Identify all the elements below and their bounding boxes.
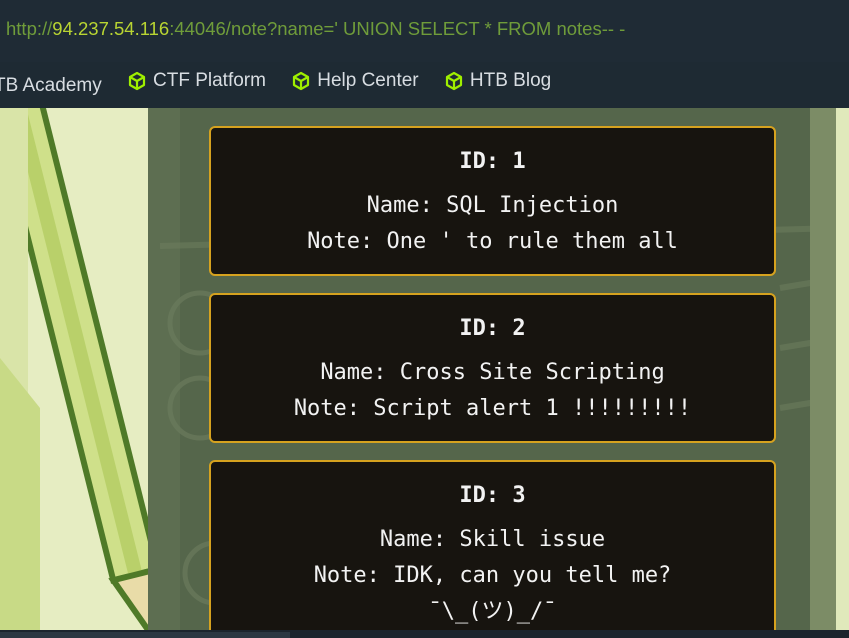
note-name: Name: Skill issue bbox=[379, 527, 606, 552]
horizontal-scrollbar[interactable] bbox=[0, 630, 849, 638]
bookmark-help-center[interactable]: Help Center bbox=[291, 70, 419, 92]
note-id: ID: 3 bbox=[459, 483, 526, 508]
url-path: :44046/note?name=' UNION SELECT * FROM n… bbox=[169, 18, 626, 39]
note-name: Name: Cross Site Scripting bbox=[320, 360, 665, 385]
url-scheme: http:// bbox=[6, 18, 53, 39]
page-content: ID: 1 Name: SQL Injection Note: One ' to… bbox=[0, 108, 849, 630]
note-card: ID: 3 Name: Skill issue Note: IDK, can y… bbox=[209, 460, 776, 630]
note-text: Note: IDK, can you tell me? bbox=[313, 563, 672, 588]
bookmark-htb-academy[interactable]: TB Academy bbox=[0, 75, 102, 97]
scrollbar-thumb[interactable] bbox=[0, 632, 290, 638]
note-id: ID: 2 bbox=[459, 316, 526, 341]
bookmark-ctf-platform[interactable]: CTF Platform bbox=[127, 70, 266, 92]
note-card: ID: 1 Name: SQL Injection Note: One ' to… bbox=[209, 126, 776, 276]
bookmark-label: HTB Blog bbox=[469, 70, 552, 91]
bookmark-label: TB Academy bbox=[0, 75, 102, 96]
note-text: Note: One ' to rule them all bbox=[307, 229, 678, 254]
note-card: ID: 2 Name: Cross Site Scripting Note: S… bbox=[209, 293, 776, 443]
cube-icon bbox=[293, 71, 310, 91]
bookmark-label: Help Center bbox=[317, 70, 419, 91]
address-bar[interactable]: http://94.237.54.116:44046/note?name=' U… bbox=[0, 0, 849, 62]
bookmark-htb-blog[interactable]: HTB Blog bbox=[444, 70, 551, 92]
note-text: Note: Script alert 1 !!!!!!!!! bbox=[293, 396, 692, 421]
cube-icon bbox=[128, 71, 146, 91]
bookmark-label: CTF Platform bbox=[153, 70, 266, 91]
note-text-shrug: ¯\_(ツ)_/¯ bbox=[428, 599, 557, 624]
note-id: ID: 1 bbox=[459, 149, 526, 174]
bookmarks-bar: TB Academy CTF Platform Help Center HTB … bbox=[0, 62, 849, 108]
cube-icon bbox=[445, 71, 463, 91]
note-name: Name: SQL Injection bbox=[366, 193, 619, 218]
url-host: 94.237.54.116 bbox=[52, 18, 170, 39]
